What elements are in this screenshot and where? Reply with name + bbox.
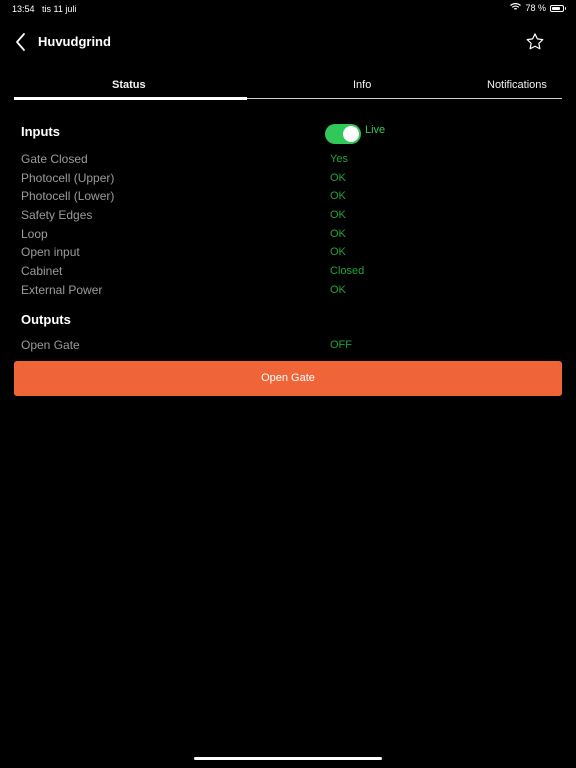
input-value-gate-closed: Yes [330,153,348,165]
page-title: Huvudgrind [38,34,111,49]
open-gate-button[interactable]: Open Gate [14,361,562,396]
input-label-cabinet: Cabinet [21,264,63,278]
input-value-safety-edges: OK [330,209,346,221]
status-time: 13:54 [12,4,35,14]
output-value-open-gate: OFF [330,339,352,351]
toggle-knob [343,126,359,142]
input-value-open-input: OK [330,246,346,258]
tab-info[interactable]: Info [353,79,371,91]
inputs-heading: Inputs [21,124,60,139]
back-button[interactable] [10,30,34,54]
status-icons: 78 % [510,3,566,13]
home-indicator [194,757,382,760]
selected-tab-indicator [14,97,247,100]
outputs-heading: Outputs [21,312,71,327]
input-label-safety-edges: Safety Edges [21,208,93,222]
battery-percent: 78 % [525,3,546,13]
input-label-loop: Loop [21,227,48,241]
battery-level [552,6,560,10]
tab-status[interactable]: Status [112,79,146,91]
favorite-button[interactable] [524,31,546,53]
tab-bar: Status Info Notifications [14,74,562,100]
input-value-loop: OK [330,228,346,240]
input-value-cabinet: Closed [330,265,365,277]
input-label-photocell-upper: Photocell (Upper) [21,171,115,185]
input-value-photocell-lower: OK [330,190,346,202]
tab-notifications[interactable]: Notifications [487,79,547,91]
battery-icon [550,4,566,12]
input-label-gate-closed: Gate Closed [21,152,88,166]
chevron-left-icon [16,33,25,51]
input-value-external-power: OK [330,284,346,296]
input-label-photocell-lower: Photocell (Lower) [21,189,115,203]
wifi-icon [510,3,522,13]
output-label-open-gate: Open Gate [21,338,80,352]
nav-header: Huvudgrind [0,26,576,60]
input-label-external-power: External Power [21,283,103,297]
status-bar: 13:54 tis 11 juli 78 % [0,0,576,18]
star-outline-icon [526,33,544,50]
input-label-open-input: Open input [21,245,80,259]
status-date: tis 11 juli [42,4,77,14]
input-value-photocell-upper: OK [330,172,346,184]
live-label: Live [365,124,386,136]
live-toggle[interactable] [325,124,361,144]
